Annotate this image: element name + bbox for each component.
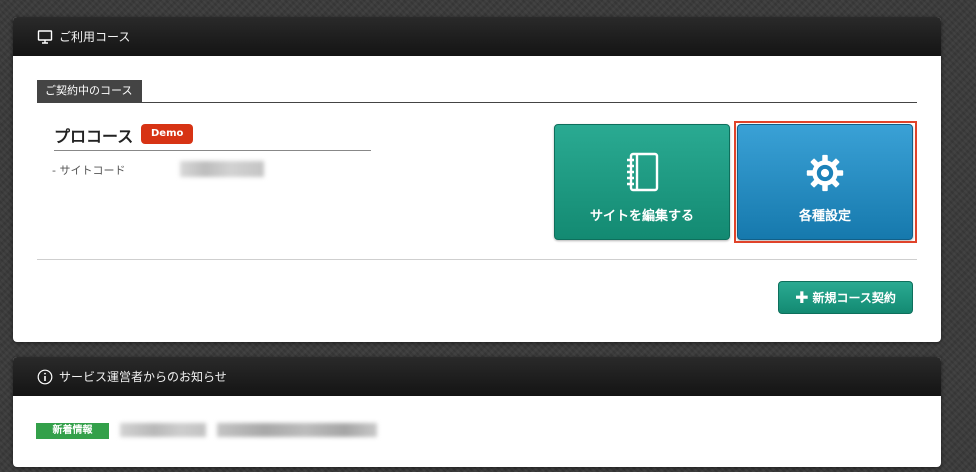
news-panel-header: サービス運営者からのお知らせ: [13, 357, 941, 396]
info-icon: [37, 369, 53, 385]
plus-icon: ✚: [795, 287, 809, 307]
site-code-label: - サイトコード: [52, 164, 126, 177]
gear-icon: [805, 151, 845, 195]
new-course-button[interactable]: ✚ 新規コース契約: [778, 281, 913, 314]
courses-panel: ご利用コース ご契約中のコース プロコース Demo - サイトコード サイトを…: [13, 17, 941, 342]
section-divider: [37, 102, 917, 103]
courses-panel-title: ご利用コース: [59, 30, 131, 44]
content-divider: [37, 259, 917, 260]
courses-panel-header: ご利用コース: [13, 17, 941, 56]
edit-site-button-label: サイトを編集する: [589, 209, 694, 224]
section-tab-current-courses: ご契約中のコース: [37, 80, 143, 102]
news-tag-new: 新着情報: [36, 423, 109, 439]
edit-site-button[interactable]: サイトを編集する: [554, 124, 730, 240]
settings-button-label: 各種設定: [798, 209, 851, 224]
news-panel-title: サービス運営者からのお知らせ: [59, 370, 227, 384]
course-name: プロコース: [54, 127, 134, 146]
new-course-button-label: 新規コース契約: [812, 291, 896, 305]
monitor-icon: [37, 29, 53, 45]
settings-button[interactable]: 各種設定: [737, 124, 913, 240]
news-title-redacted[interactable]: [217, 423, 377, 437]
news-panel: サービス運営者からのお知らせ 新着情報: [13, 357, 941, 467]
news-date-redacted: [120, 423, 206, 437]
notebook-icon: [622, 151, 662, 195]
course-name-underline: [54, 150, 371, 151]
site-code-value-redacted: [180, 161, 264, 177]
demo-badge: Demo: [141, 124, 194, 144]
